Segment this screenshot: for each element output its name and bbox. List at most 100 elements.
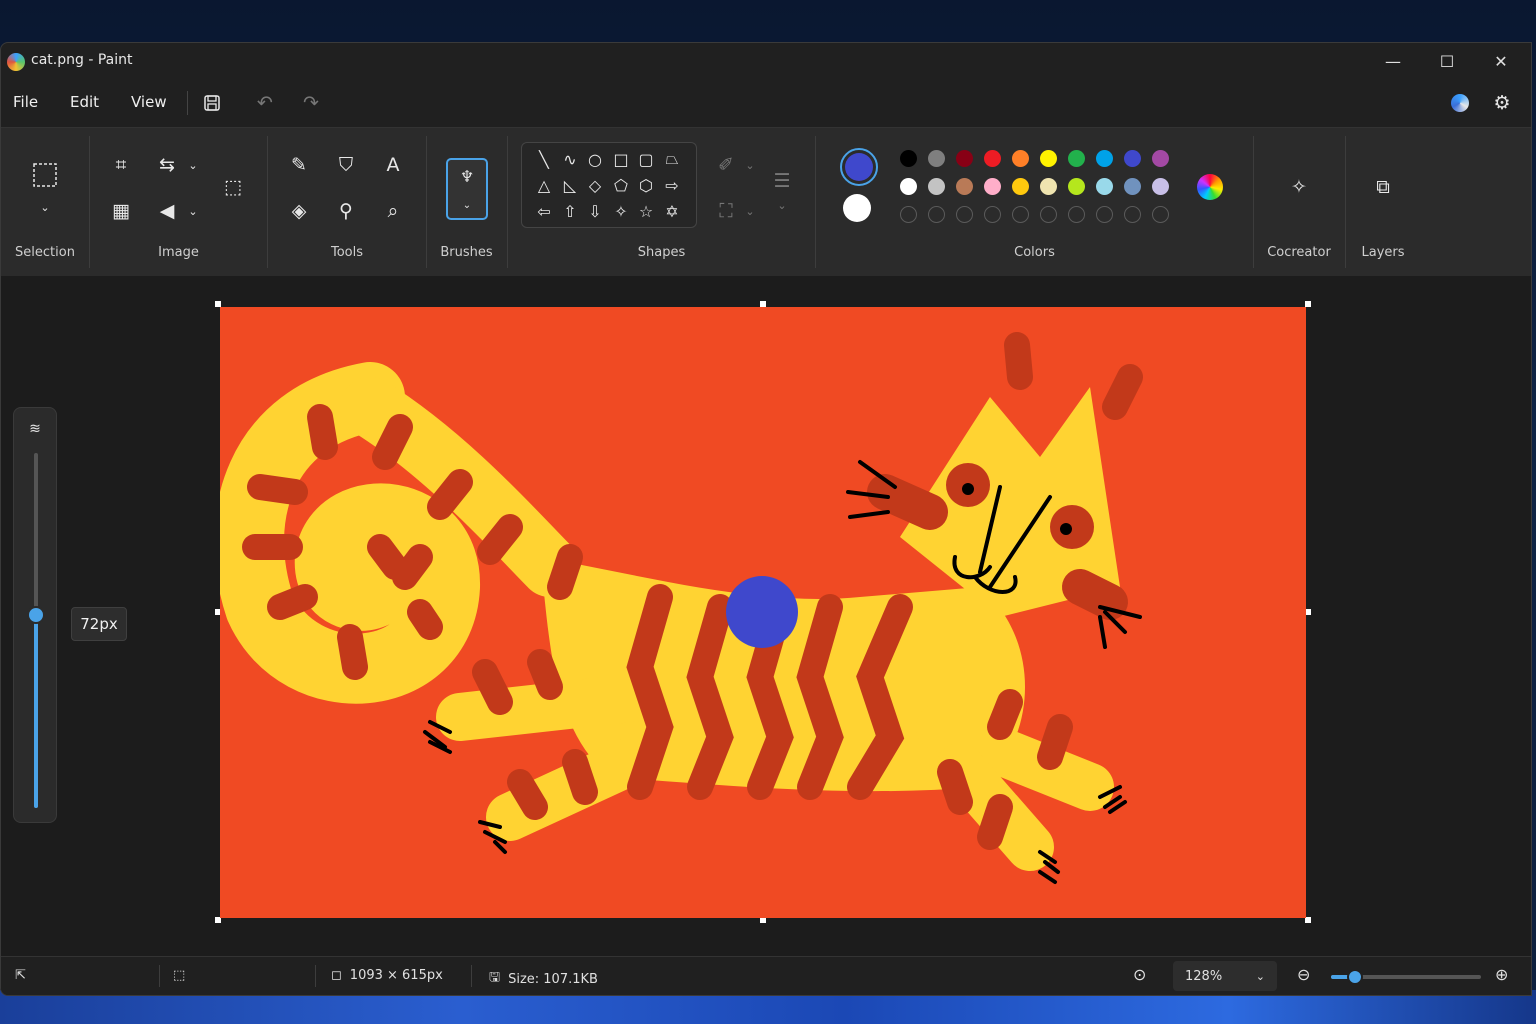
eraser-icon[interactable]: ◈	[284, 196, 314, 226]
zoom-in-icon[interactable]: ⊕	[1495, 965, 1508, 984]
redo-icon[interactable]: ↷	[295, 87, 327, 119]
custom-color-slot[interactable]	[900, 206, 917, 223]
close-button[interactable]: ✕	[1475, 43, 1527, 79]
flip-dropdown-chevron-icon[interactable]: ⌄	[178, 196, 208, 226]
image-group-label: Image	[158, 245, 199, 260]
custom-color-slot[interactable]	[1068, 206, 1085, 223]
color-swatch[interactable]	[956, 150, 973, 167]
color-swatch[interactable]	[1040, 178, 1057, 195]
diamond-shape-icon[interactable]: ◇	[583, 173, 607, 197]
right-triangle-shape-icon[interactable]: ◺	[558, 173, 582, 197]
image-select-icon[interactable]: ⬚	[218, 172, 248, 202]
slider-thumb[interactable]	[27, 605, 45, 624]
color-swatch[interactable]	[1124, 178, 1141, 195]
color-swatch[interactable]	[984, 178, 1001, 195]
color-swatch[interactable]	[956, 178, 973, 195]
file-size-indicator: 🖫 Size: 107.1KB	[489, 968, 598, 990]
secondary-color-swatch[interactable]	[843, 194, 871, 222]
custom-color-slot[interactable]	[1152, 206, 1169, 223]
edit-colors-icon[interactable]	[1197, 174, 1223, 200]
color-swatch[interactable]	[1152, 178, 1169, 195]
magnifier-icon[interactable]: ⌕	[378, 196, 408, 226]
color-swatch[interactable]	[1124, 150, 1141, 167]
fill-dropdown-chevron-icon[interactable]: ⌄	[735, 196, 765, 226]
triangle-shape-icon[interactable]: △	[532, 173, 556, 197]
paint-window: cat.png - Paint — ☐ ✕ File Edit View ↶ ↷…	[0, 42, 1532, 996]
brush-size-slider[interactable]: ≋	[13, 407, 57, 823]
menu-file[interactable]: File	[13, 93, 38, 111]
undo-icon[interactable]: ↶	[249, 87, 281, 119]
color-swatch[interactable]	[1012, 150, 1029, 167]
color-swatch[interactable]	[1012, 178, 1029, 195]
menu-edit[interactable]: Edit	[70, 93, 99, 111]
colors-group-label: Colors	[1014, 245, 1055, 260]
curve-shape-icon[interactable]: ∿	[558, 147, 582, 171]
resize-dropdown-chevron-icon[interactable]: ⌄	[178, 150, 208, 180]
crop-icon[interactable]: ⌗	[106, 150, 136, 180]
cocreator-sparkle-icon[interactable]: ✧	[1284, 172, 1314, 202]
minimize-button[interactable]: —	[1367, 43, 1419, 79]
down-arrow-shape-icon[interactable]: ⇩	[583, 199, 607, 223]
layers-icon[interactable]: ⧉	[1368, 172, 1398, 202]
zoom-value: 128%	[1185, 968, 1223, 984]
color-swatch[interactable]	[1152, 150, 1169, 167]
title-bar[interactable]: cat.png - Paint — ☐ ✕	[1, 43, 1531, 79]
color-swatch[interactable]	[900, 150, 917, 167]
color-swatch[interactable]	[900, 178, 917, 195]
color-swatch[interactable]	[928, 150, 945, 167]
color-swatch[interactable]	[1068, 178, 1085, 195]
right-arrow-shape-icon[interactable]: ⇨	[660, 173, 684, 197]
oval-shape-icon[interactable]: ○	[583, 147, 607, 171]
color-swatch[interactable]	[1096, 150, 1113, 167]
brush-button[interactable]: ♆ ⌄	[446, 158, 488, 220]
remove-background-icon[interactable]: ▦	[106, 196, 136, 226]
text-icon[interactable]: A	[378, 150, 408, 180]
custom-color-slot[interactable]	[1124, 206, 1141, 223]
zoom-out-icon[interactable]: ⊖	[1297, 965, 1310, 984]
drawing-canvas[interactable]	[220, 307, 1306, 918]
five-point-star-shape-icon[interactable]: ☆	[634, 199, 658, 223]
color-swatch[interactable]	[1096, 178, 1113, 195]
outline-dropdown-chevron-icon[interactable]: ⌄	[735, 150, 765, 180]
four-point-star-shape-icon[interactable]: ✧	[609, 199, 633, 223]
shape-size-dropdown-chevron-icon[interactable]: ⌄	[767, 190, 797, 220]
maximize-button[interactable]: ☐	[1421, 43, 1473, 79]
rectangle-select-icon[interactable]	[30, 160, 60, 190]
custom-color-slot[interactable]	[1096, 206, 1113, 223]
primary-color-button[interactable]	[840, 148, 878, 186]
zoom-slider-thumb[interactable]	[1346, 969, 1363, 985]
settings-gear-icon[interactable]: ⚙	[1486, 87, 1518, 119]
window-title: cat.png - Paint	[31, 52, 133, 68]
color-swatch[interactable]	[1068, 150, 1085, 167]
rectangle-shape-icon[interactable]: □	[609, 147, 633, 171]
fill-bucket-icon[interactable]: ⛉	[331, 150, 361, 180]
custom-color-slot[interactable]	[1040, 206, 1057, 223]
fit-to-window-icon[interactable]: ⊙	[1133, 965, 1146, 984]
custom-color-slot[interactable]	[984, 206, 1001, 223]
custom-color-slot[interactable]	[928, 206, 945, 223]
zoom-dropdown[interactable]: 128% ⌄	[1173, 961, 1277, 991]
custom-color-slot[interactable]	[1012, 206, 1029, 223]
custom-color-slot[interactable]	[956, 206, 973, 223]
color-swatch[interactable]	[928, 178, 945, 195]
shapes-gallery: ╲ ∿ ○ □ ▢ ⏢ △ ◺ ◇ ⬠ ⬡ ⇨ ⇦ ⇧ ⇩ ✧ ☆ ✡	[521, 142, 697, 228]
rounded-rectangle-shape-icon[interactable]: ▢	[634, 147, 658, 171]
polygon-shape-icon[interactable]: ⏢	[660, 147, 684, 171]
save-icon[interactable]	[196, 87, 228, 119]
left-arrow-shape-icon[interactable]: ⇦	[532, 199, 556, 223]
brushes-group-label: Brushes	[440, 245, 493, 260]
selection-dropdown-chevron-icon[interactable]: ⌄	[30, 192, 60, 222]
color-swatch[interactable]	[1040, 150, 1057, 167]
menu-view[interactable]: View	[131, 93, 167, 111]
zoom-slider[interactable]	[1331, 969, 1481, 985]
account-avatar-icon[interactable]	[1444, 87, 1476, 119]
six-point-star-shape-icon[interactable]: ✡	[660, 199, 684, 223]
color-picker-icon[interactable]: ⚲	[331, 196, 361, 226]
zoom-dropdown-chevron-icon: ⌄	[1255, 969, 1265, 983]
pencil-icon[interactable]: ✎	[284, 150, 314, 180]
pentagon-shape-icon[interactable]: ⬠	[609, 173, 633, 197]
line-shape-icon[interactable]: ╲	[532, 147, 556, 171]
hexagon-shape-icon[interactable]: ⬡	[634, 173, 658, 197]
up-arrow-shape-icon[interactable]: ⇧	[558, 199, 582, 223]
color-swatch[interactable]	[984, 150, 1001, 167]
